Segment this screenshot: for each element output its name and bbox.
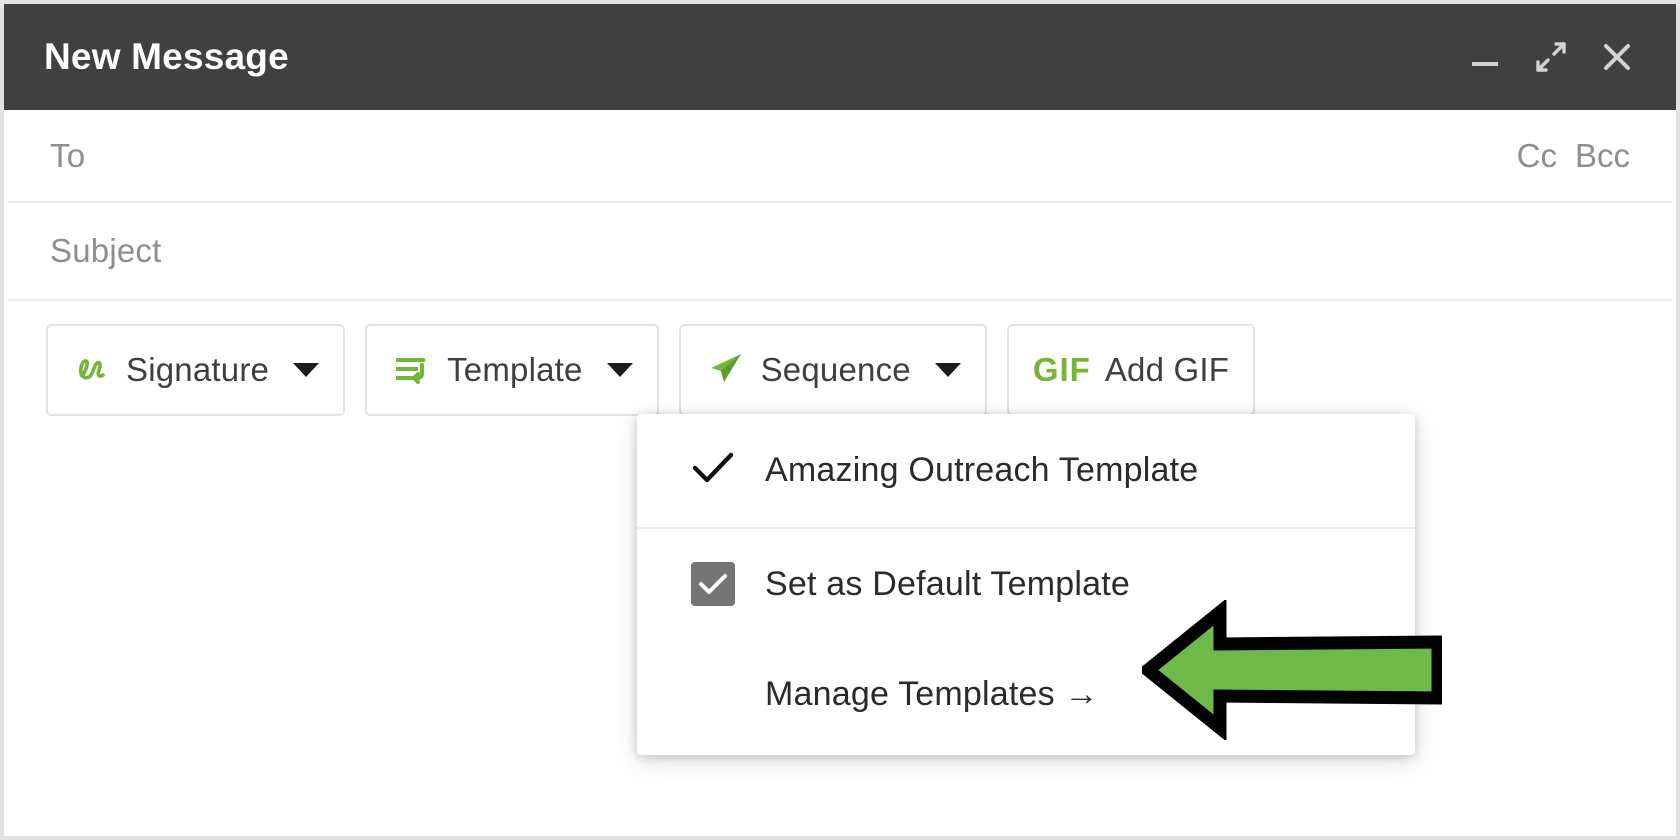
minimize-button[interactable]	[1452, 24, 1518, 90]
cc-link[interactable]: Cc	[1517, 137, 1557, 175]
cc-bcc-group: Cc Bcc	[1517, 137, 1630, 175]
menu-item-amazing-outreach-template[interactable]: Amazing Outreach Template	[637, 414, 1415, 527]
manage-templates-label: Manage Templates →	[765, 674, 1099, 713]
signature-label: Signature	[126, 351, 270, 388]
template-dropdown-menu: Amazing Outreach Template Set as Default…	[637, 414, 1415, 755]
chevron-down-icon[interactable]	[606, 363, 633, 377]
gif-icon: GIF	[1032, 351, 1091, 388]
checkbox-wrap	[691, 562, 765, 606]
template-icon	[391, 348, 433, 393]
close-icon	[1596, 36, 1638, 78]
to-field-row[interactable]: To Cc Bcc	[8, 110, 1672, 203]
subject-field-row[interactable]: Subject	[8, 203, 1672, 301]
bcc-link[interactable]: Bcc	[1575, 137, 1630, 175]
add-gif-button[interactable]: GIF Add GIF	[1006, 324, 1256, 416]
compose-toolbar: Signature Template Sequence GIF Add GIF	[46, 324, 1256, 416]
menu-section-actions: Set as Default Template Manage Templates…	[637, 527, 1415, 749]
signature-button[interactable]: Signature	[46, 324, 346, 416]
menu-section-templates: Amazing Outreach Template	[637, 414, 1415, 527]
template-name-label: Amazing Outreach Template	[765, 451, 1199, 489]
close-button[interactable]	[1584, 24, 1650, 90]
menu-item-set-as-default-template[interactable]: Set as Default Template	[637, 529, 1415, 639]
expand-icon	[1530, 36, 1572, 78]
add-gif-label: Add GIF	[1104, 351, 1230, 388]
sequence-label: Sequence	[760, 351, 911, 388]
compose-window: New Message To Cc Bcc Subject Signature …	[0, 0, 1680, 840]
window-titlebar: New Message	[4, 4, 1676, 110]
selected-check-wrap	[691, 450, 765, 491]
chevron-down-icon[interactable]	[934, 363, 961, 377]
minimize-icon	[1465, 37, 1505, 77]
chevron-down-icon[interactable]	[293, 363, 320, 377]
sequence-button[interactable]: Sequence	[678, 324, 987, 416]
template-button[interactable]: Template	[365, 324, 659, 416]
to-input[interactable]: To	[50, 137, 85, 175]
set-default-checkbox[interactable]	[691, 562, 735, 606]
template-label: Template	[447, 351, 583, 388]
subject-input[interactable]: Subject	[50, 232, 161, 270]
window-title: New Message	[44, 36, 289, 77]
check-icon	[691, 450, 735, 491]
paper-plane-icon	[705, 348, 747, 393]
expand-button[interactable]	[1518, 24, 1584, 90]
menu-item-manage-templates[interactable]: Manage Templates →	[637, 639, 1415, 749]
signature-icon	[72, 348, 112, 393]
set-default-label: Set as Default Template	[765, 564, 1130, 603]
